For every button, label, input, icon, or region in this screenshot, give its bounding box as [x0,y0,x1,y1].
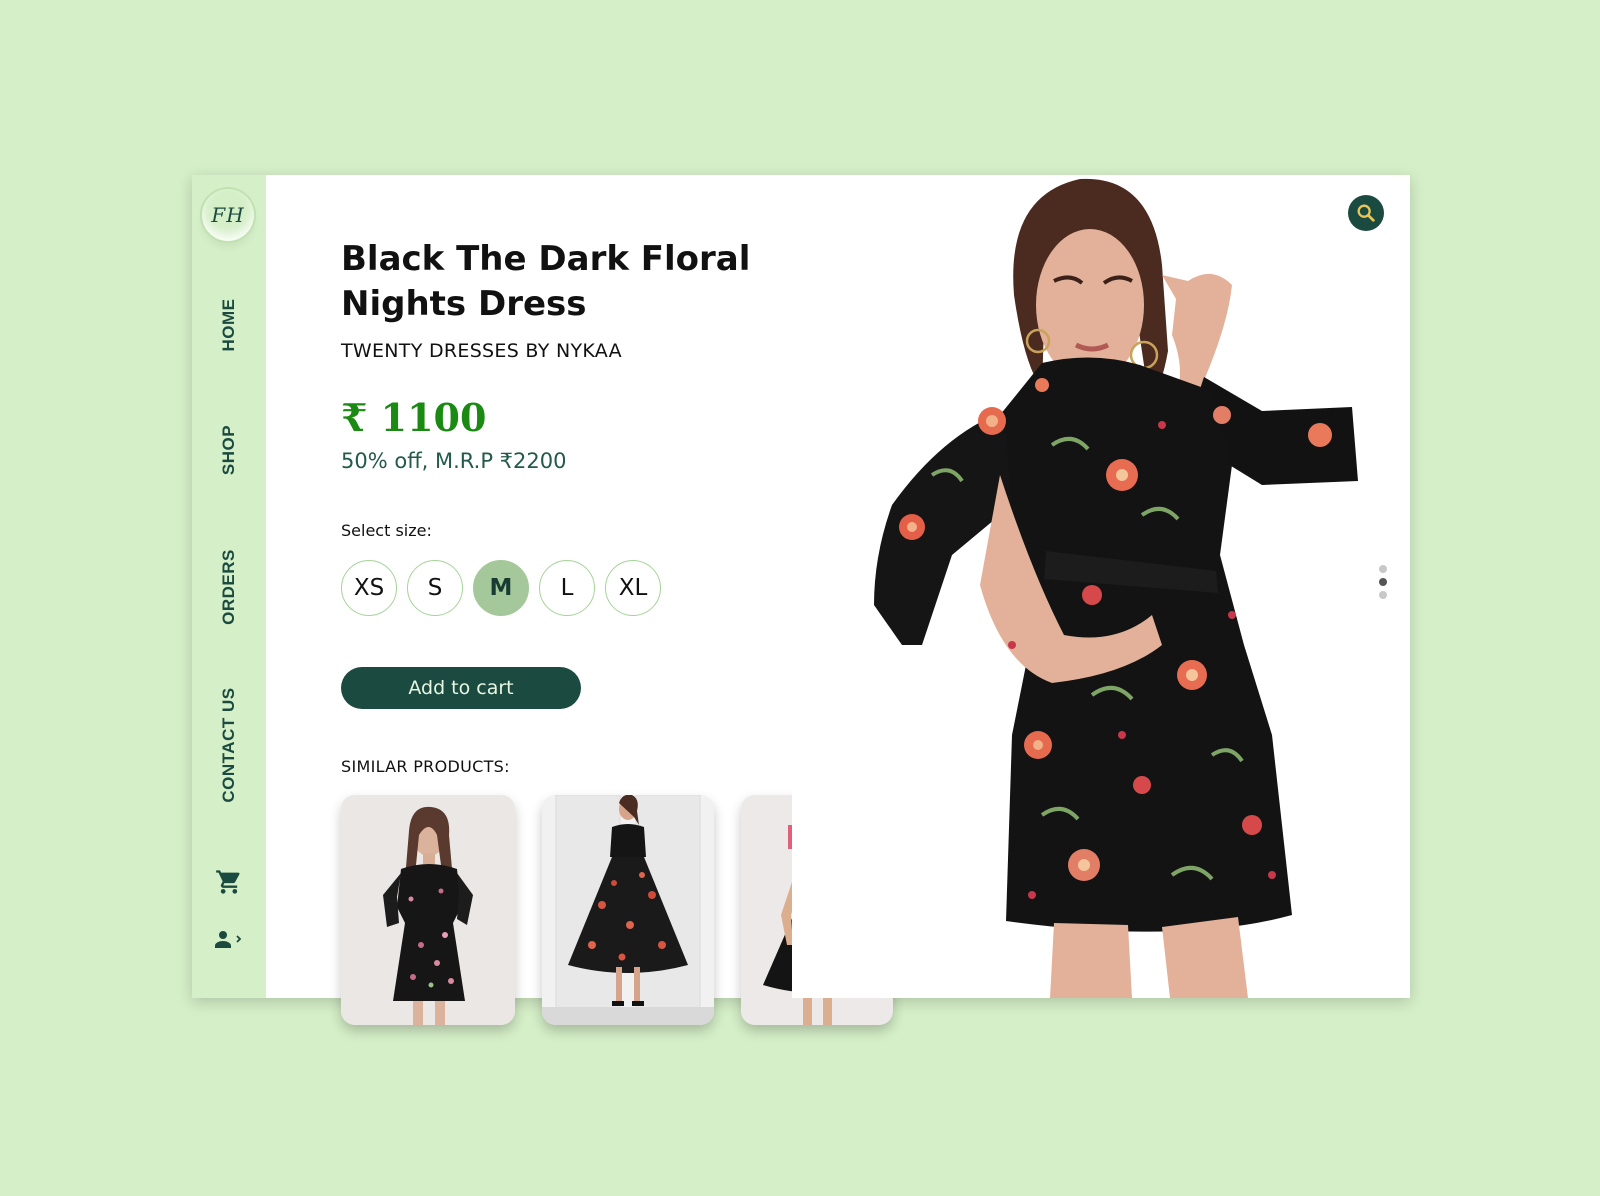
size-option-l[interactable]: L [539,560,595,616]
carousel-dot[interactable] [1379,591,1387,599]
similar-products-label: SIMILAR PRODUCTS: [341,757,510,776]
similar-product-2-image [542,795,714,1025]
nav-contact-us[interactable]: CONTACT US [219,687,239,802]
product-hero-image [792,175,1410,998]
size-option-xs[interactable]: XS [341,560,397,616]
product-price: ₹ 1100 [341,395,487,440]
carousel-dots [1379,565,1387,599]
carousel-dot[interactable] [1379,565,1387,573]
size-option-xl[interactable]: XL [605,560,661,616]
nav-orders[interactable]: ORDERS [219,549,239,625]
product-title: Black The Dark Floral Nights Dress [341,239,751,324]
similar-product-2[interactable] [542,795,714,1025]
product-card: FH HOME SHOP ORDERS CONTACT US Black The… [192,175,1410,1025]
product-discount: 50% off, M.R.P ₹2200 [341,449,567,473]
logo[interactable]: FH [202,189,254,241]
product-brand: TWENTY DRESSES BY NYKAA [341,340,622,362]
size-option-m[interactable]: M [473,560,529,616]
search-button[interactable] [1348,195,1384,231]
nav-shop[interactable]: SHOP [219,425,239,475]
size-label: Select size: [341,521,432,540]
similar-product-1-image [341,795,515,1025]
add-to-cart-button[interactable]: Add to cart [341,667,581,709]
sidebar: FH HOME SHOP ORDERS CONTACT US [192,175,266,998]
account-icon[interactable] [213,925,245,953]
size-option-s[interactable]: S [407,560,463,616]
nav-home[interactable]: HOME [219,299,239,352]
similar-product-1[interactable] [341,795,515,1025]
search-icon [1357,204,1375,222]
carousel-dot-active[interactable] [1379,578,1387,586]
cart-icon[interactable] [215,868,243,896]
size-selector: XS S M L XL [341,560,661,616]
